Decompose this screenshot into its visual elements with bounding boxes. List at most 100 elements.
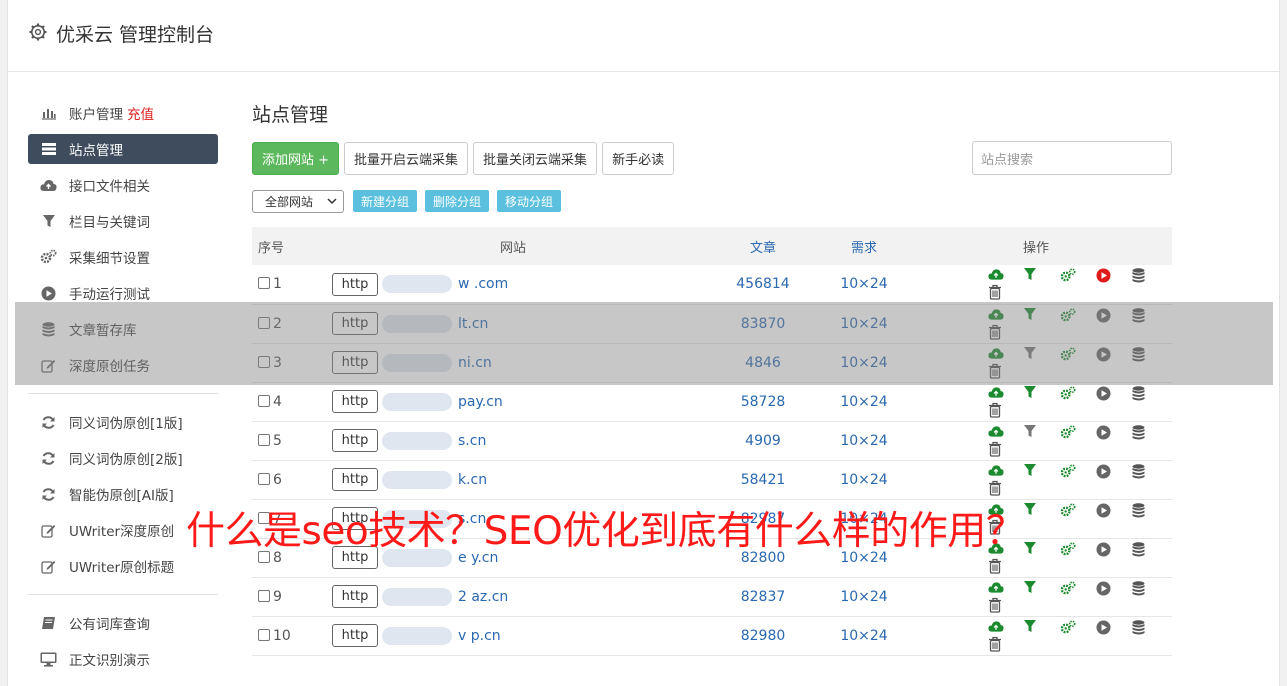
cloud-upload-icon[interactable] [988, 386, 1004, 402]
filter-icon[interactable] [1024, 463, 1040, 480]
filter-icon[interactable] [1024, 307, 1040, 324]
article-count[interactable]: 82980 [698, 616, 828, 655]
gears-icon[interactable] [1060, 541, 1076, 558]
batch-disable-cloud-button[interactable]: 批量关闭云端采集 [473, 141, 598, 175]
protocol-badge[interactable]: http [332, 468, 378, 491]
group-select[interactable]: 全部网站 [252, 189, 344, 213]
row-checkbox[interactable] [258, 277, 270, 290]
filter-icon[interactable] [1024, 580, 1040, 597]
sidebar-item[interactable]: 同义词伪原创[1版] [28, 404, 218, 440]
play-icon[interactable] [1096, 347, 1112, 363]
play-icon[interactable] [1096, 542, 1112, 558]
beginner-guide-button[interactable]: 新手必读 [602, 141, 675, 175]
gears-icon[interactable] [1060, 346, 1076, 363]
site-domain-link[interactable]: lt.cn [458, 316, 488, 332]
filter-icon[interactable] [1024, 385, 1040, 402]
play-icon[interactable] [1096, 620, 1112, 636]
site-domain-link[interactable]: w .com [458, 276, 508, 292]
demand-value[interactable]: 10×24 [828, 616, 900, 655]
delete-group-button[interactable]: 删除分组 [425, 190, 490, 212]
sidebar-item[interactable]: 站点管理 [28, 134, 218, 164]
play-icon[interactable] [1096, 503, 1112, 519]
trash-icon[interactable] [988, 402, 1004, 418]
filter-icon[interactable] [1024, 619, 1040, 636]
new-group-button[interactable]: 新建分组 [353, 190, 418, 212]
gears-icon[interactable] [1060, 307, 1076, 324]
demand-value[interactable]: 10×24 [828, 343, 900, 382]
protocol-badge[interactable]: http [332, 390, 378, 413]
cloud-upload-icon[interactable] [988, 620, 1004, 636]
trash-icon[interactable] [988, 558, 1004, 574]
gears-icon[interactable] [1060, 502, 1076, 519]
gears-icon[interactable] [1060, 463, 1076, 480]
database-icon[interactable] [1132, 580, 1148, 597]
article-count[interactable]: 4909 [698, 421, 828, 460]
gears-icon[interactable] [1060, 268, 1076, 284]
move-group-button[interactable]: 移动分组 [497, 190, 562, 212]
site-domain-link[interactable]: v p.cn [458, 628, 501, 644]
row-checkbox[interactable] [258, 394, 270, 407]
row-checkbox[interactable] [258, 316, 270, 329]
database-icon[interactable] [1132, 268, 1148, 284]
article-count[interactable]: 58421 [698, 460, 828, 499]
site-domain-link[interactable]: pay.cn [458, 394, 503, 410]
sidebar-item[interactable]: 公有词库查询 [28, 605, 218, 641]
trash-icon[interactable] [988, 597, 1004, 613]
filter-icon[interactable] [1024, 268, 1040, 284]
trash-icon[interactable] [988, 284, 1004, 300]
sidebar-item[interactable]: 接口文件相关 [28, 167, 218, 203]
cloud-upload-icon[interactable] [988, 347, 1004, 363]
sidebar-item[interactable]: 采集细节设置 [28, 239, 218, 275]
sidebar-item[interactable]: 深度原创任务 [28, 347, 218, 383]
trash-icon[interactable] [988, 636, 1004, 652]
site-search-input[interactable]: 站点搜索 [972, 141, 1172, 175]
cloud-upload-icon[interactable] [988, 581, 1004, 597]
gears-icon[interactable] [1060, 424, 1076, 441]
row-checkbox[interactable] [258, 472, 270, 485]
gears-icon[interactable] [1060, 619, 1076, 636]
sidebar-item[interactable]: 文章暂存库 [28, 311, 218, 347]
demand-value[interactable]: 10×24 [828, 382, 900, 421]
row-checkbox[interactable] [258, 589, 270, 602]
row-checkbox[interactable] [258, 628, 270, 641]
protocol-badge[interactable]: http [332, 351, 378, 374]
sidebar-item[interactable]: 手动运行测试 [28, 275, 218, 311]
database-icon[interactable] [1132, 463, 1148, 480]
demand-value[interactable]: 10×24 [828, 265, 900, 304]
trash-icon[interactable] [988, 324, 1004, 340]
site-domain-link[interactable]: 2 az.cn [458, 589, 508, 605]
play-icon[interactable] [1096, 268, 1112, 284]
protocol-badge[interactable]: http [332, 624, 378, 647]
database-icon[interactable] [1132, 346, 1148, 363]
filter-icon[interactable] [1024, 424, 1040, 441]
gears-icon[interactable] [1060, 580, 1076, 597]
article-count[interactable]: 58728 [698, 382, 828, 421]
cloud-upload-icon[interactable] [988, 464, 1004, 480]
database-icon[interactable] [1132, 619, 1148, 636]
demand-value[interactable]: 10×24 [828, 421, 900, 460]
site-domain-link[interactable]: k.cn [458, 472, 487, 488]
trash-icon[interactable] [988, 441, 1004, 457]
sidebar-item[interactable]: 账户管理 充值 [28, 95, 218, 131]
protocol-badge[interactable]: http [332, 429, 378, 452]
gears-icon[interactable] [1060, 385, 1076, 402]
cloud-upload-icon[interactable] [988, 268, 1004, 284]
article-count[interactable]: 456814 [698, 265, 828, 304]
site-domain-link[interactable]: s.cn [458, 433, 486, 449]
database-icon[interactable] [1132, 502, 1148, 519]
filter-icon[interactable] [1024, 541, 1040, 558]
trash-icon[interactable] [988, 480, 1004, 496]
play-icon[interactable] [1096, 581, 1112, 597]
demand-value[interactable]: 10×24 [828, 460, 900, 499]
sidebar-item[interactable]: 正文识别演示 [28, 641, 218, 677]
recharge-link[interactable]: 充值 [127, 103, 154, 123]
database-icon[interactable] [1132, 541, 1148, 558]
database-icon[interactable] [1132, 307, 1148, 324]
article-count[interactable]: 83870 [698, 304, 828, 343]
add-site-button[interactable]: 添加网站 + [252, 141, 340, 175]
play-icon[interactable] [1096, 386, 1112, 402]
database-icon[interactable] [1132, 424, 1148, 441]
play-icon[interactable] [1096, 425, 1112, 441]
article-count[interactable]: 4846 [698, 343, 828, 382]
cloud-upload-icon[interactable] [988, 308, 1004, 324]
